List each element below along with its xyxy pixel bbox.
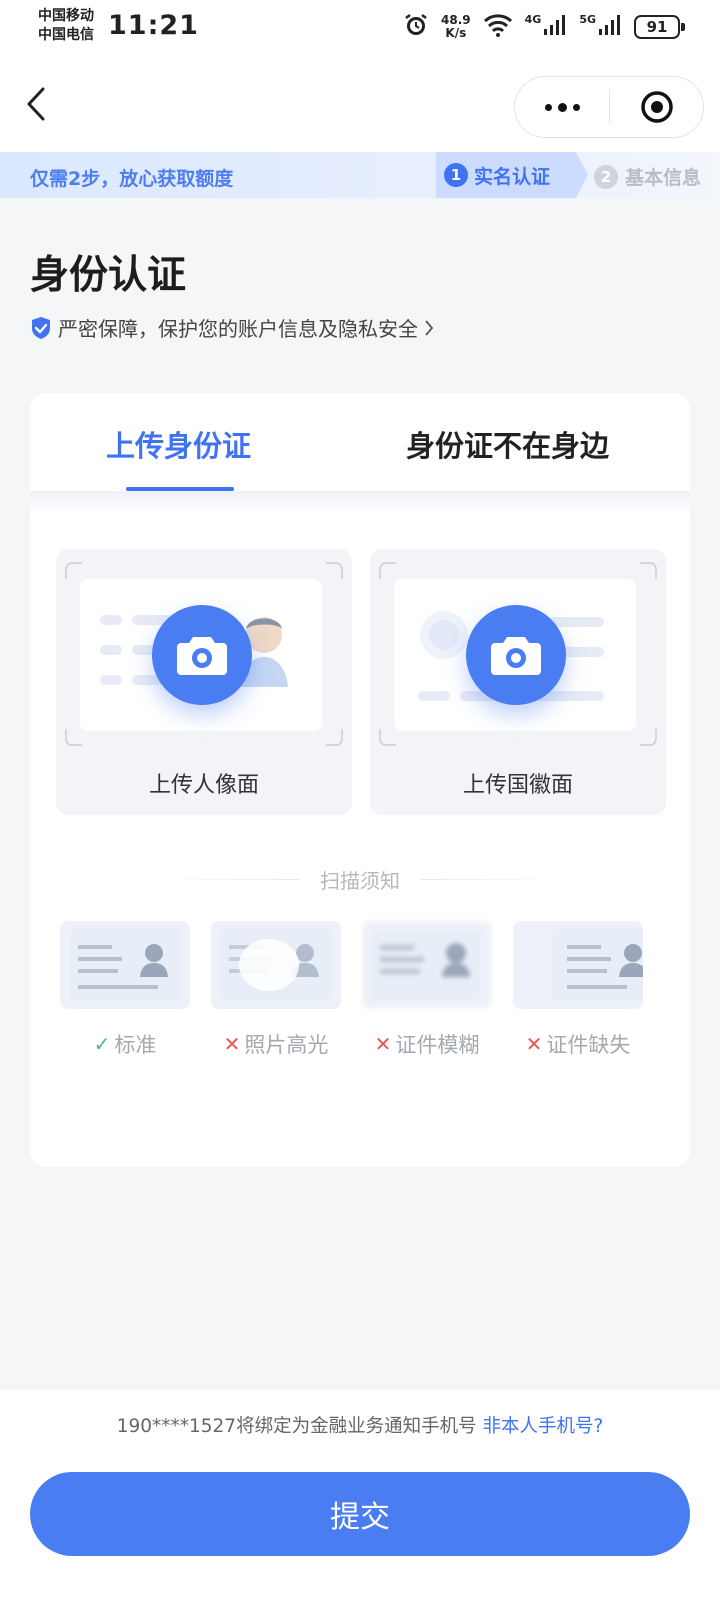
cross-icon: ✕	[525, 1032, 543, 1056]
footer: 190****1527将绑定为金融业务通知手机号 非本人手机号? 提交	[0, 1390, 720, 1612]
shield-check-icon	[32, 316, 50, 339]
step-label: 基本信息	[625, 167, 702, 189]
step-number: 1	[444, 163, 468, 187]
tip-label: 证件模糊	[395, 1033, 480, 1057]
not-my-phone-link[interactable]: 非本人手机号?	[482, 1416, 603, 1437]
scan-tip-glare: ✕ 照片高光	[211, 921, 341, 1059]
scan-tip-incomplete: ✕ 证件缺失	[513, 921, 643, 1059]
tip-thumbnail	[362, 921, 492, 1009]
back-button[interactable]	[14, 82, 58, 126]
tip-label: 证件缺失	[546, 1033, 631, 1057]
tip-label: 标准	[114, 1033, 157, 1057]
target-close-icon	[640, 91, 673, 123]
tab-id-not-with-me[interactable]: 身份证不在身边	[406, 423, 609, 465]
nav-bar	[0, 56, 720, 152]
camera-icon	[491, 637, 541, 675]
tip-thumbnail	[60, 921, 190, 1009]
tip-label: 照片高光	[244, 1033, 329, 1057]
cross-icon: ✕	[374, 1032, 392, 1056]
tab-upload-id[interactable]: 上传身份证	[106, 423, 251, 465]
battery-level: 91	[646, 18, 668, 36]
step-1-real-name: 1 实名认证	[436, 152, 588, 198]
chevron-right-icon	[425, 319, 434, 336]
signal-icon	[543, 14, 567, 40]
upload-back-tile[interactable]: 上传国徽面	[370, 549, 666, 815]
bind-note-text: 190****1527将绑定为金融业务通知手机号	[116, 1416, 477, 1437]
camera-button[interactable]	[152, 605, 252, 705]
security-note-link[interactable]: 严密保障，保护您的账户信息及隐私安全	[30, 313, 434, 342]
battery-icon: 91	[634, 15, 685, 39]
scan-tip-standard: ✓ 标准	[60, 921, 190, 1059]
status-icons: 48.9 K/s 4G 5G 91	[403, 12, 685, 42]
steps-banner: 仅需2步，放心获取额度 1 实名认证 2 基本信息	[0, 152, 720, 198]
more-dots-icon	[544, 103, 552, 111]
scan-tips-title: 扫描须知	[320, 869, 400, 893]
clock: 11:21	[108, 10, 199, 41]
cross-icon: ✕	[223, 1032, 241, 1056]
tip-thumbnail	[211, 921, 341, 1009]
carrier-2: 中国电信	[38, 27, 94, 43]
submit-button[interactable]: 提交	[30, 1472, 690, 1556]
carrier-1: 中国移动	[38, 8, 94, 24]
step-2-basic-info: 2 基本信息	[594, 163, 701, 190]
sim1-network-type: 4G	[524, 12, 542, 26]
step-number: 2	[594, 164, 618, 189]
signal-icon	[598, 14, 622, 40]
carrier-info: 中国移动 中国电信	[38, 7, 94, 45]
tab-bar: 上传身份证 身份证不在身边	[30, 393, 690, 493]
divider	[420, 879, 560, 880]
net-speed: 48.9 K/s	[441, 13, 471, 40]
camera-button[interactable]	[466, 605, 566, 705]
step-label: 实名认证	[474, 165, 551, 188]
phone-bind-note: 190****1527将绑定为金融业务通知手机号 非本人手机号?	[0, 1412, 720, 1438]
mini-program-capsule	[514, 76, 704, 138]
upload-front-tile[interactable]: 上传人像面	[56, 549, 352, 815]
chevron-left-icon	[27, 87, 45, 121]
upload-front-label: 上传人像面	[148, 773, 259, 798]
alarm-icon	[403, 12, 429, 42]
status-bar: 中国移动 中国电信 11:21 48.9 K/s 4G 5G 91	[0, 0, 720, 56]
check-icon: ✓	[93, 1032, 111, 1056]
wifi-icon	[483, 13, 513, 41]
upload-back-label: 上传国徽面	[462, 773, 573, 798]
page-title: 身份认证	[30, 253, 187, 298]
scan-tip-blurry: ✕ 证件模糊	[362, 921, 492, 1059]
camera-icon	[177, 637, 227, 675]
tip-thumbnail	[513, 921, 643, 1009]
more-button[interactable]	[515, 77, 609, 137]
close-mini-program-button[interactable]	[610, 77, 703, 137]
steps-slogan: 仅需2步，放心获取额度	[30, 168, 234, 190]
security-note-text: 严密保障，保护您的账户信息及隐私安全	[58, 317, 418, 341]
sim2-network-type: 5G	[579, 12, 596, 26]
id-upload-card: 上传身份证 身份证不在身边 上传人像面 上传国徽面 扫描须知 ✓ 标准 ✕ 照片…	[30, 393, 690, 1167]
